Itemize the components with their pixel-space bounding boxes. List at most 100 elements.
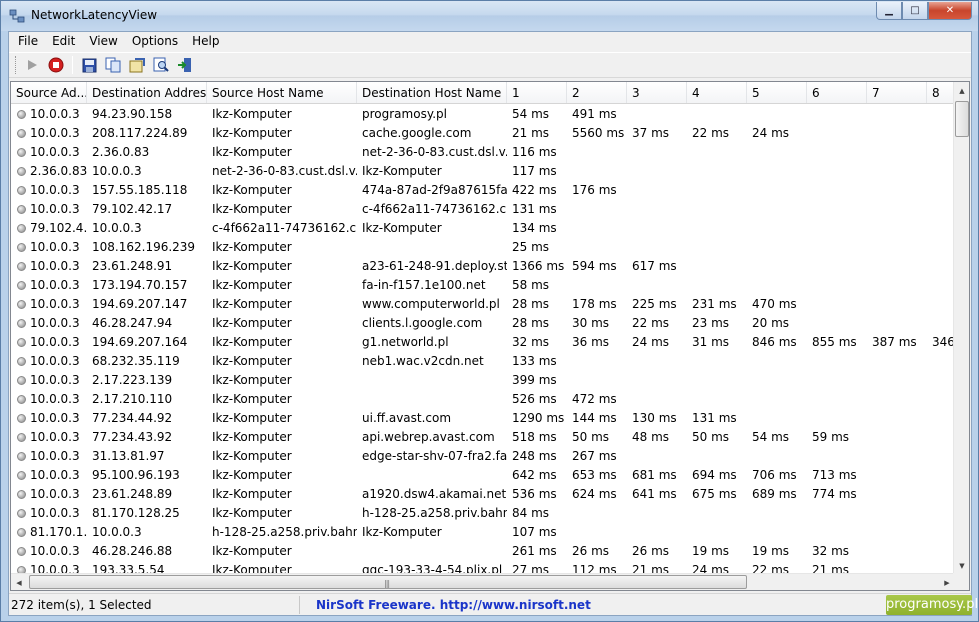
cell-text: 10.0.0.3 [30, 107, 80, 121]
col-5-header[interactable]: 5 [747, 82, 807, 103]
col-3-cell: 617 ms [632, 259, 677, 273]
properties-icon[interactable] [126, 54, 148, 76]
col-7-header[interactable]: 7 [867, 82, 927, 103]
col-destination-address-header[interactable]: Destination Address [87, 82, 207, 103]
toolbar-grip[interactable] [15, 56, 18, 74]
menu-edit[interactable]: Edit [45, 32, 82, 51]
col-2-cell: 653 ms [572, 468, 617, 482]
table-row[interactable]: 10.0.0.3 194.69.207.147 Ikz-Komputer www.co… [11, 295, 956, 314]
col-4-cell: 131 ms [692, 411, 737, 425]
col-destination-address-cell: 94.23.90.158 [92, 107, 173, 121]
table-row[interactable]: 10.0.0.3 194.69.207.164 Ikz-Komputer g1.net… [11, 333, 956, 352]
table-row[interactable]: 79.102.4... 10.0.0.3 c-4f662a11-74736162.c… [11, 219, 956, 238]
col-source-address-cell: 10.0.0.3 [11, 124, 87, 143]
col-2-cell: 472 ms [572, 392, 617, 406]
col-7-cell [867, 447, 927, 466]
col-destination-host-cell [357, 238, 507, 257]
close-button[interactable]: ✕ [928, 2, 972, 20]
col-8-header[interactable]: 8 [927, 82, 956, 103]
table-row[interactable]: 10.0.0.3 173.194.70.157 Ikz-Komputer fa-in-… [11, 276, 956, 295]
col-source-address-cell: 10.0.0.3 [11, 447, 87, 466]
table-row[interactable]: 10.0.0.3 68.232.35.119 Ikz-Komputer neb1.wa… [11, 352, 956, 371]
find-icon[interactable] [150, 54, 172, 76]
table-row[interactable]: 10.0.0.3 94.23.90.158 Ikz-Komputer programo… [11, 105, 956, 124]
table-row[interactable]: 10.0.0.3 2.17.223.139 Ikz-Komputer 399 ms [11, 371, 956, 390]
minimize-button[interactable]: ▁ [876, 2, 902, 20]
col-1-cell: 54 ms [512, 107, 550, 121]
table-row[interactable]: 10.0.0.3 2.36.0.83 Ikz-Komputer net-2-36-0-… [11, 143, 956, 162]
cell-text: 10.0.0.3 [30, 278, 80, 292]
col-source-address-cell: 10.0.0.3 [11, 352, 87, 371]
table-row[interactable]: 10.0.0.3 157.55.185.118 Ikz-Komputer 474a-8… [11, 181, 956, 200]
exit-icon[interactable] [174, 54, 196, 76]
col-1-cell: 25 ms [512, 240, 550, 254]
col-7-cell [867, 257, 927, 276]
table-row[interactable]: 10.0.0.3 77.234.43.92 Ikz-Komputer api.webr… [11, 428, 956, 447]
menu-file[interactable]: File [11, 32, 45, 51]
table-row[interactable]: 10.0.0.3 95.100.96.193 Ikz-Komputer 642 ms 6… [11, 466, 956, 485]
col-5-cell [747, 162, 807, 181]
table-row[interactable]: 10.0.0.3 46.28.247.94 Ikz-Komputer clients.… [11, 314, 956, 333]
col-destination-host-cell [357, 466, 507, 485]
col-7-cell: 387 ms [872, 335, 917, 349]
table-row[interactable]: 10.0.0.3 31.13.81.97 Ikz-Komputer edge-star… [11, 447, 956, 466]
scroll-up-icon[interactable]: ▲ [954, 82, 969, 99]
play-icon[interactable] [21, 54, 43, 76]
table-row[interactable]: 10.0.0.3 2.17.210.110 Ikz-Komputer 526 ms 47… [11, 390, 956, 409]
col-destination-host-cell: Ikz-Komputer [362, 221, 442, 235]
app-icon [9, 8, 25, 24]
table-row[interactable]: 10.0.0.3 23.61.248.91 Ikz-Komputer a23-61-2… [11, 257, 956, 276]
status-dot-icon [17, 243, 26, 252]
col-source-host-header[interactable]: Source Host Name [207, 82, 357, 103]
scroll-down-icon[interactable]: ▼ [954, 557, 969, 574]
horizontal-scroll-thumb[interactable]: ||| [29, 575, 747, 589]
col-7-cell [867, 295, 927, 314]
col-source-address-cell: 10.0.0.3 [11, 466, 87, 485]
col-source-host-cell: Ikz-Komputer [212, 411, 292, 425]
col-destination-address-cell: 77.234.43.92 [92, 430, 173, 444]
col-4-cell [687, 105, 747, 124]
table-row[interactable]: 10.0.0.3 81.170.128.25 Ikz-Komputer h-128-2… [11, 504, 956, 523]
table-row[interactable]: 2.36.0.83 10.0.0.3 net-2-36-0-83.cust.dsl.… [11, 162, 956, 181]
col-8-cell [927, 257, 956, 276]
table-row[interactable]: 10.0.0.3 23.61.248.89 Ikz-Komputer a1920.ds… [11, 485, 956, 504]
cell-text: 10.0.0.3 [30, 316, 80, 330]
vertical-scrollbar[interactable]: ▲ ▼ [953, 82, 969, 574]
table-row[interactable]: 10.0.0.3 77.234.44.92 Ikz-Komputer ui.ff.av… [11, 409, 956, 428]
col-source-address-header[interactable]: Source Ad... [11, 82, 87, 103]
col-destination-address-cell: 23.61.248.89 [92, 487, 173, 501]
menu-help[interactable]: Help [185, 32, 226, 51]
col-2-cell [567, 143, 627, 162]
stop-icon[interactable] [45, 54, 67, 76]
copy-icon[interactable] [102, 54, 124, 76]
status-bar: 272 item(s), 1 Selected NirSoft Freeware… [9, 593, 978, 615]
table-row[interactable]: 10.0.0.3 208.117.224.89 Ikz-Komputer cache.… [11, 124, 956, 143]
col-2-header[interactable]: 2 [567, 82, 627, 103]
menu-options[interactable]: Options [125, 32, 185, 51]
scroll-left-icon[interactable]: ◀ [11, 574, 27, 590]
save-icon[interactable] [78, 54, 100, 76]
col-source-address-cell: 10.0.0.3 [11, 276, 87, 295]
menu-view[interactable]: View [82, 32, 124, 51]
latency-list[interactable]: Source Ad... Destination Address Source Ho… [10, 81, 970, 591]
col-destination-host-header[interactable]: Destination Host Name [357, 82, 507, 103]
col-3-cell: 48 ms [632, 430, 670, 444]
vertical-scroll-thumb[interactable] [955, 101, 969, 137]
table-row[interactable]: 10.0.0.3 46.28.246.88 Ikz-Komputer 261 ms 26… [11, 542, 956, 561]
cell-text: 10.0.0.3 [30, 126, 80, 140]
col-1-header[interactable]: 1 [507, 82, 567, 103]
nirsoft-link[interactable]: NirSoft Freeware. http://www.nirsoft.net [316, 598, 591, 612]
window-title: NetworkLatencyView [31, 8, 158, 22]
horizontal-scrollbar[interactable]: ◀ ||| ▶ [11, 573, 955, 590]
col-4-header[interactable]: 4 [687, 82, 747, 103]
col-source-host-cell: net-2-36-0-83.cust.dsl.v... [212, 164, 357, 178]
maximize-button[interactable]: □ [902, 2, 928, 20]
col-6-cell [807, 238, 867, 257]
table-row[interactable]: 81.170.1... 10.0.0.3 h-128-25.a258.priv.ba… [11, 523, 956, 542]
col-6-header[interactable]: 6 [807, 82, 867, 103]
col-4-cell: 675 ms [692, 487, 737, 501]
cell-text: 10.0.0.3 [30, 449, 80, 463]
table-row[interactable]: 10.0.0.3 108.162.196.239 Ikz-Komputer 25 ms [11, 238, 956, 257]
col-3-header[interactable]: 3 [627, 82, 687, 103]
table-row[interactable]: 10.0.0.3 79.102.42.17 Ikz-Komputer c-4f662a… [11, 200, 956, 219]
